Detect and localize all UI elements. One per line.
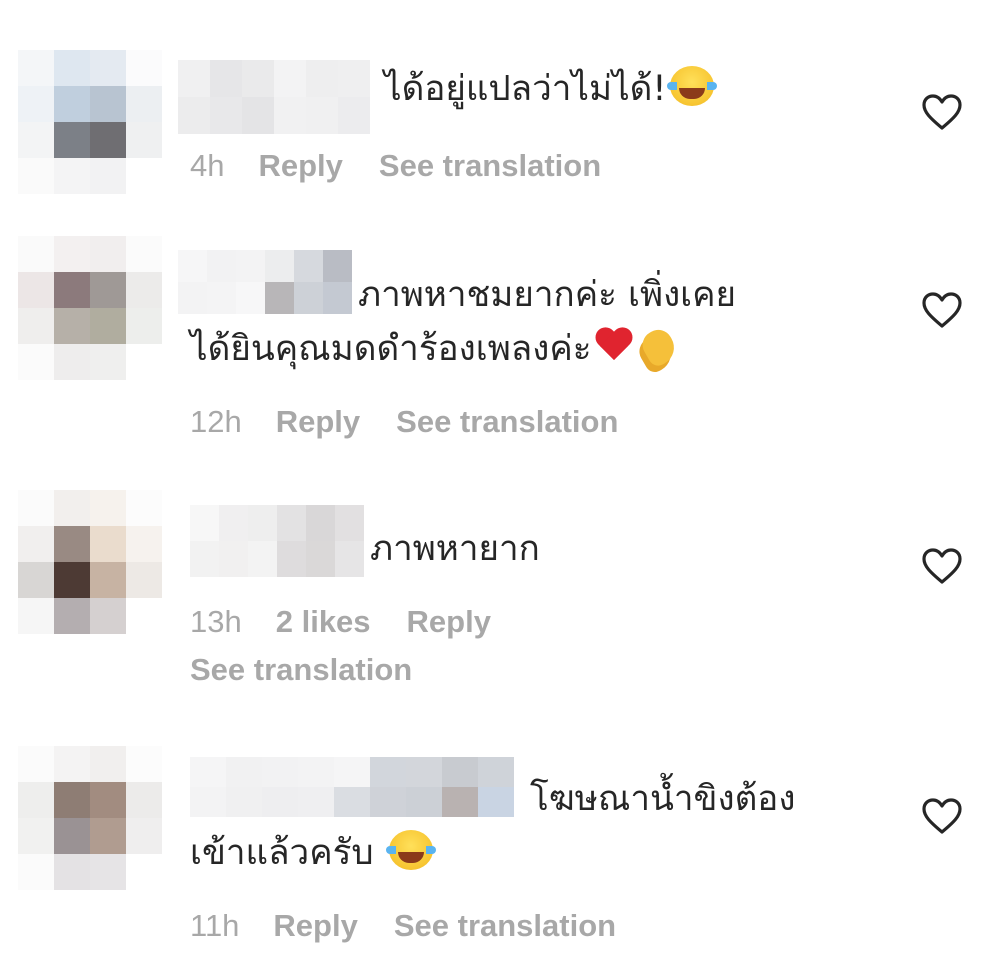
comment-meta: 13h 2 likes Reply <box>190 604 527 640</box>
avatar[interactable] <box>18 50 162 194</box>
likes-count[interactable]: 2 likes <box>276 604 371 639</box>
reply-button[interactable]: Reply <box>258 148 342 183</box>
comment-text-line: ภาพหาชมยากค่ะ เพิ่งเคย <box>358 275 737 315</box>
comment-text: ได้อยู่แปลว่าไม่ได้! <box>384 62 718 116</box>
heart-icon[interactable] <box>920 92 964 132</box>
see-translation-button[interactable]: See translation <box>190 652 412 687</box>
comment-time: 4h <box>190 148 225 183</box>
reply-button[interactable]: Reply <box>276 404 360 439</box>
face-with-tears-of-joy-icon <box>385 830 436 870</box>
avatar[interactable] <box>18 236 162 380</box>
username-blurred[interactable] <box>178 250 352 314</box>
comment-text-line: โฆษณาน้ำขิงต้อง <box>530 779 796 819</box>
comment-meta: 12h Reply See translation <box>190 404 654 440</box>
comment-meta: 11h Reply See translation <box>190 908 652 944</box>
username-blurred[interactable] <box>178 60 370 134</box>
comment-text: ภาพหายาก <box>370 522 540 576</box>
avatar[interactable] <box>18 490 162 634</box>
comment-text: ได้ยินคุณมดดำร้องเพลงค่ะ <box>190 322 682 376</box>
reply-button[interactable]: Reply <box>273 908 357 943</box>
comment-meta: 4h Reply See translation <box>190 148 637 184</box>
comment-text-line: ได้ยินคุณมดดำร้องเพลงค่ะ <box>190 329 592 369</box>
comment-text-line: ภาพหายาก <box>370 529 540 569</box>
comment-text: โฆษณาน้ำขิงต้อง <box>530 772 795 826</box>
comment-time: 12h <box>190 404 242 439</box>
heart-icon[interactable] <box>920 290 964 330</box>
comment-text-line: เข้าแล้วครับ <box>190 833 374 873</box>
username-blurred[interactable] <box>190 505 364 577</box>
comment-text-line: ได้อยู่แปลว่าไม่ได้! <box>384 69 667 109</box>
comment-time: 13h <box>190 604 242 639</box>
avatar[interactable] <box>18 746 162 890</box>
username-blurred[interactable] <box>190 757 514 817</box>
see-translation-button[interactable]: See translation <box>396 404 618 439</box>
red-heart-icon <box>594 328 634 364</box>
reply-button[interactable]: Reply <box>407 604 491 639</box>
comment-text: ภาพหาชมยากค่ะ เพิ่งเคย <box>358 268 736 322</box>
comment-meta: See translation <box>190 652 448 688</box>
see-translation-button[interactable]: See translation <box>379 148 601 183</box>
clapping-hands-icon <box>636 322 682 366</box>
face-with-tears-of-joy-icon <box>667 66 718 106</box>
comment-text: เข้าแล้วครับ <box>190 826 436 880</box>
heart-icon[interactable] <box>920 796 964 836</box>
heart-icon[interactable] <box>920 546 964 586</box>
comment-time: 11h <box>190 908 240 943</box>
see-translation-button[interactable]: See translation <box>394 908 616 943</box>
